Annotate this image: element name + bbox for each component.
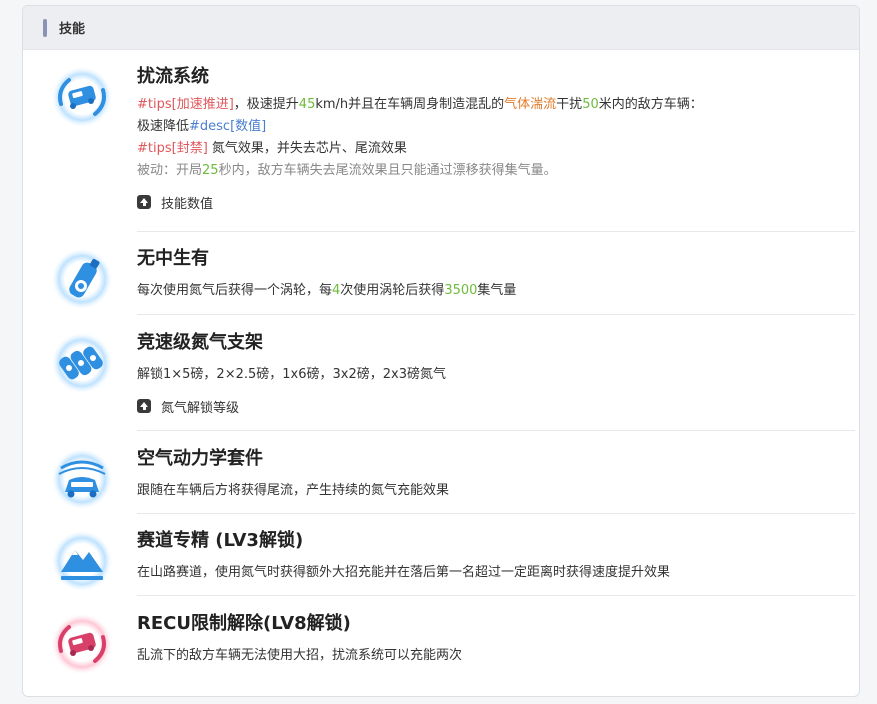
nitro-unlock-toggle[interactable]: 氮气解锁等级 xyxy=(137,396,855,416)
skill-description-line: 每次使用氮气后获得一个涡轮，每4次使用涡轮后获得3500集气量 xyxy=(137,283,517,298)
skill-name: 无中生有 xyxy=(137,248,209,269)
car-turbulence-icon xyxy=(51,66,113,128)
divider xyxy=(137,595,855,596)
skill-name: 竞速级氮气支架 xyxy=(137,332,263,353)
skill-description-line: #tips[封禁] 氮气效果，并失去芯片、尾流效果 xyxy=(137,141,407,156)
divider xyxy=(137,231,855,232)
skill-description-line: 极速降低#desc[数值] xyxy=(137,119,267,134)
mountain-track-icon xyxy=(51,530,113,592)
divider xyxy=(137,430,855,431)
tips-link[interactable]: #tips[封禁] xyxy=(137,141,208,156)
skill-description-line: 乱流下的敌方车辆无法使用大招，扰流系统可以充能两次 xyxy=(137,648,463,663)
header-accent-bar xyxy=(43,18,47,37)
skill-name: RECU限制解除(LV8解锁) xyxy=(137,613,351,634)
divider xyxy=(137,314,855,315)
skills-panel: 技能 扰流系统 #tips[加速推进]，极速提升45km/h并且在车辆周身制造混… xyxy=(22,5,860,697)
skill-description-line: #tips[加速推进]，极速提升45km/h并且在车辆周身制造混乱的气体湍流干扰… xyxy=(137,97,703,112)
skill-name: 赛道专精 (LV3解锁) xyxy=(137,530,304,551)
skill-description-line: 在山路赛道，使用氮气时获得额外大招充能并在落后第一名超过一定距离时获得速度提升效… xyxy=(137,565,671,580)
arrow-up-icon xyxy=(137,399,151,413)
divider xyxy=(137,513,855,514)
nitro-bottle-icon xyxy=(51,248,113,310)
recu-car-icon xyxy=(51,613,113,675)
desc-link[interactable]: #desc[数值] xyxy=(189,119,266,134)
panel-title: 技能 xyxy=(59,22,86,37)
tips-link[interactable]: #tips[加速推进] xyxy=(137,97,234,112)
aero-kit-icon xyxy=(51,448,113,510)
skill-description-line: 解锁1×5磅，2×2.5磅，1x6磅，3x2磅，2x3磅氮气 xyxy=(137,367,446,382)
arrow-up-icon xyxy=(137,195,151,209)
skill-description-line: 跟随在车辆后方将获得尾流，产生持续的氮气充能效果 xyxy=(137,483,450,498)
nitro-rack-icon xyxy=(51,332,113,394)
skill-values-toggle[interactable]: 技能数值 xyxy=(137,192,855,212)
skill-name: 空气动力学套件 xyxy=(137,448,263,469)
skill-name: 扰流系统 xyxy=(137,66,209,87)
skill-passive-line: 被动：开局25秒内，敌方车辆失去尾流效果且只能通过漂移获得集气量。 xyxy=(137,163,557,178)
panel-header: 技能 xyxy=(23,6,859,50)
